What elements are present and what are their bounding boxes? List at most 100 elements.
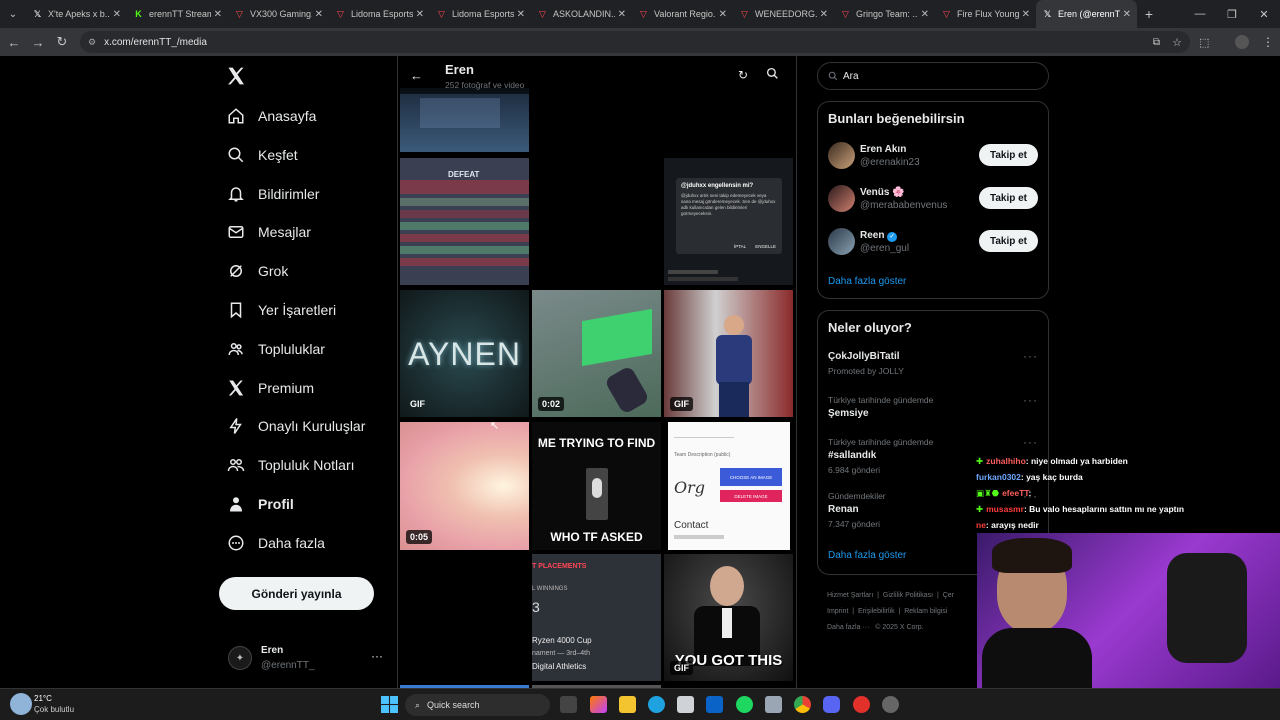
profile-avatar-icon[interactable] bbox=[1235, 35, 1249, 49]
more-options-icon[interactable]: ··· bbox=[1023, 393, 1038, 407]
show-more-link[interactable]: Daha fazla göster bbox=[828, 276, 906, 287]
media-tile[interactable]: GIF bbox=[664, 290, 793, 417]
media-tile[interactable]: ME TRYING TO FIND WHO TF ASKED bbox=[532, 422, 661, 550]
post-button[interactable]: Gönderi yayınla bbox=[219, 577, 374, 610]
footer-link[interactable]: Imprint bbox=[827, 608, 848, 615]
show-more-link[interactable]: Daha fazla göster bbox=[828, 550, 906, 561]
close-tab-icon[interactable]: ✕ bbox=[315, 9, 323, 20]
close-window-icon[interactable]: ✕ bbox=[1248, 8, 1280, 21]
close-tab-icon[interactable]: ✕ bbox=[517, 9, 525, 20]
nav-item[interactable]: Onaylı Kuruluşlar bbox=[226, 411, 365, 441]
account-switcher[interactable]: ✦ Eren @erennTT_ ··· bbox=[226, 644, 386, 674]
footer-link[interactable]: Daha fazla ··· bbox=[827, 624, 869, 631]
url-field[interactable]: ⚙ x.com/erennTT_/media ☆ ⧉ bbox=[80, 31, 1190, 53]
back-arrow-icon[interactable]: ← bbox=[410, 68, 423, 83]
copilot-icon[interactable] bbox=[590, 696, 607, 713]
close-tab-icon[interactable]: ✕ bbox=[921, 9, 929, 20]
media-tile[interactable] bbox=[400, 88, 529, 152]
taskbar-search[interactable]: ⌕ Quick search bbox=[405, 694, 550, 716]
nav-item[interactable]: Grok bbox=[226, 256, 288, 286]
back-icon[interactable]: ← bbox=[2, 35, 26, 50]
more-options-icon[interactable]: ··· bbox=[1023, 435, 1038, 449]
new-tab-button[interactable]: + bbox=[1137, 6, 1161, 22]
dialog-block[interactable]: ENGELLE bbox=[755, 244, 776, 249]
nav-item[interactable]: Anasayfa bbox=[226, 101, 316, 131]
discord-icon[interactable] bbox=[823, 696, 840, 713]
task-view-icon[interactable] bbox=[560, 696, 577, 713]
spotify-icon[interactable] bbox=[736, 696, 753, 713]
app-icon[interactable] bbox=[853, 696, 870, 713]
browser-menu-icon[interactable]: ⋮ bbox=[1262, 35, 1274, 49]
media-tile[interactable]: 0:05 bbox=[400, 422, 529, 550]
maximize-icon[interactable]: ❐ bbox=[1216, 8, 1248, 21]
site-info-icon[interactable]: ⚙ bbox=[88, 37, 96, 48]
tab-search-icon[interactable]: ⌄ bbox=[0, 9, 26, 20]
close-tab-icon[interactable]: ✕ bbox=[113, 9, 121, 20]
nav-item[interactable]: Topluluklar bbox=[226, 334, 325, 364]
browser-tab[interactable]: ▽ ASKOLANDIN... ✕ bbox=[531, 0, 632, 28]
browser-tab[interactable]: KerennTT Stream...✕ bbox=[127, 0, 228, 28]
nav-item[interactable]: Yer İşaretleri bbox=[226, 295, 336, 325]
app-icon[interactable] bbox=[882, 696, 899, 713]
browser-tab[interactable]: ▽ Valorant Regio... ✕ bbox=[632, 0, 733, 28]
footer-link[interactable]: Reklam bilgisi bbox=[904, 608, 947, 615]
browser-tab[interactable]: ▽ Fire Flux Young...✕ bbox=[935, 0, 1036, 28]
close-tab-icon[interactable]: ✕ bbox=[820, 9, 828, 20]
delete-image-button[interactable]: DELETE IMAGE bbox=[720, 490, 782, 502]
media-tile[interactable]: Team Description (public) Org CHOOSE AN … bbox=[668, 422, 790, 550]
browser-tab[interactable]: ▽ Lidoma Esports...✕ bbox=[430, 0, 531, 28]
more-options-icon[interactable]: ··· bbox=[1023, 349, 1038, 363]
nav-item[interactable]: Keşfet bbox=[226, 140, 298, 170]
app-icon[interactable] bbox=[765, 696, 782, 713]
close-tab-icon[interactable]: ✕ bbox=[214, 9, 222, 20]
forward-icon[interactable]: → bbox=[26, 35, 50, 50]
nav-item[interactable]: Daha fazla bbox=[226, 528, 325, 558]
start-icon[interactable] bbox=[381, 696, 398, 713]
dialog-cancel[interactable]: İPTAL bbox=[734, 244, 746, 249]
browser-tab[interactable]: ▽ VX300 Gaming...✕ bbox=[228, 0, 329, 28]
close-tab-icon[interactable]: ✕ bbox=[719, 9, 727, 20]
weather-icon[interactable] bbox=[10, 693, 32, 715]
follow-button[interactable]: Takip et bbox=[979, 187, 1038, 209]
media-tile[interactable]: DEFEAT bbox=[400, 158, 529, 285]
footer-link[interactable]: Çer bbox=[943, 592, 954, 599]
close-tab-icon[interactable]: ✕ bbox=[1123, 9, 1131, 20]
footer-link[interactable]: Erişilebilirlik bbox=[858, 608, 895, 615]
nav-item[interactable]: Topluluk Notları bbox=[226, 450, 355, 480]
close-tab-icon[interactable]: ✕ bbox=[416, 9, 424, 20]
refresh-icon[interactable]: ↻ bbox=[738, 68, 748, 82]
choose-image-button[interactable]: CHOOSE AN IMAGE bbox=[720, 468, 782, 486]
media-tile[interactable]: AYNEN GIF bbox=[400, 290, 529, 417]
chrome-icon[interactable] bbox=[794, 696, 811, 713]
nav-item[interactable]: Mesajlar bbox=[226, 217, 311, 247]
browser-tab[interactable]: 𝕏 Eren (@erennT...✕ bbox=[1036, 0, 1137, 28]
x-logo-icon[interactable] bbox=[226, 66, 246, 86]
media-tile[interactable]: T PLACEMENTS L WINNINGS 3 Ryzen 4000 Cup… bbox=[532, 554, 661, 681]
nav-item[interactable]: Profil bbox=[226, 489, 294, 519]
browser-tab[interactable]: ▽ Lidoma Esports...✕ bbox=[329, 0, 430, 28]
reload-icon[interactable]: ↻ bbox=[50, 34, 74, 50]
browser-tab[interactable]: 𝕏 X'te Apeks x b... ✕ bbox=[26, 0, 127, 28]
footer-link[interactable]: Gizlilik Politikası bbox=[883, 592, 933, 599]
install-app-icon[interactable]: ⧉ bbox=[1153, 37, 1160, 48]
media-tile[interactable]: 0:02 bbox=[532, 290, 661, 417]
follow-button[interactable]: Takip et bbox=[979, 230, 1038, 252]
minimize-icon[interactable]: — bbox=[1184, 8, 1216, 20]
search-input[interactable]: Ara bbox=[817, 62, 1049, 90]
extensions-icon[interactable]: ⬚ bbox=[1199, 36, 1209, 49]
media-tile[interactable]: YOU GOT THIS GIF bbox=[664, 554, 793, 681]
close-tab-icon[interactable]: ✕ bbox=[1022, 9, 1030, 20]
outlook-icon[interactable] bbox=[706, 696, 723, 713]
browser-tab[interactable]: ▽ Gringo Team: ... ✕ bbox=[834, 0, 935, 28]
nav-item[interactable]: Bildirimler bbox=[226, 179, 319, 209]
nav-item[interactable]: Premium bbox=[226, 373, 314, 403]
store-icon[interactable] bbox=[677, 696, 694, 713]
account-more-icon[interactable]: ··· bbox=[371, 649, 383, 663]
edge-icon[interactable] bbox=[648, 696, 665, 713]
bookmark-star-icon[interactable]: ☆ bbox=[1172, 36, 1182, 49]
close-tab-icon[interactable]: ✕ bbox=[618, 9, 626, 20]
browser-tab[interactable]: ▽ WENEEDORG... ✕ bbox=[733, 0, 834, 28]
file-explorer-icon[interactable] bbox=[619, 696, 636, 713]
media-tile[interactable]: @jduhxx engellensin mi? @jduhxx artık se… bbox=[664, 158, 793, 285]
follow-button[interactable]: Takip et bbox=[979, 144, 1038, 166]
